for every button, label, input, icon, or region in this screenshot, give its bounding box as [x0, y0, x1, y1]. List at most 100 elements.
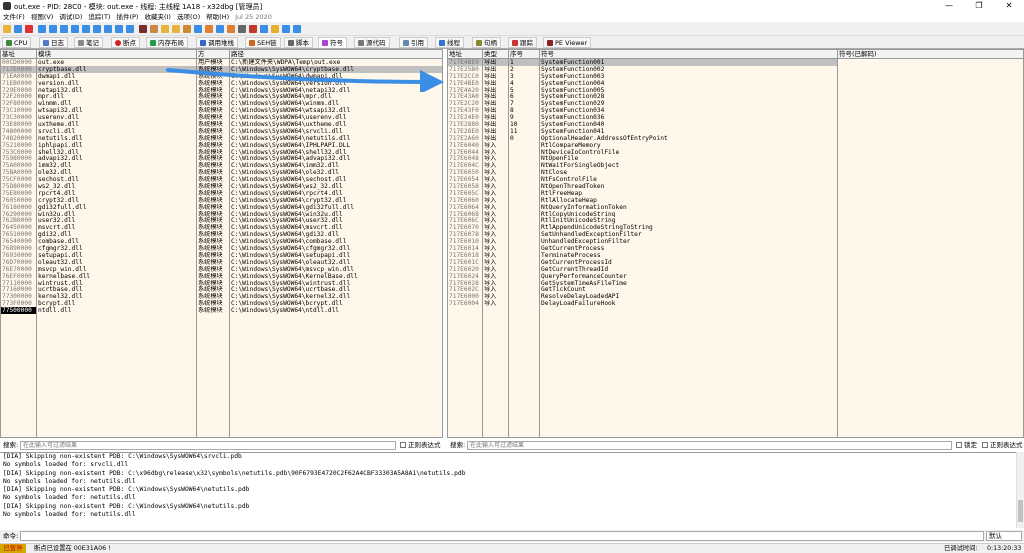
- step-into-icon[interactable]: [60, 25, 68, 33]
- symbol-name-cell[interactable]: RtlAllocateHeap: [540, 197, 837, 204]
- module-party-cell[interactable]: 系统模块: [197, 93, 229, 101]
- module-base-cell[interactable]: 76510000: [1, 231, 36, 238]
- module-path-cell[interactable]: C:\Windows\SysWOW64\mpr.dll: [230, 93, 442, 101]
- trace-over-icon[interactable]: [93, 25, 101, 33]
- module-path-cell[interactable]: C:\Windows\SysWOW64\ntdll.dll: [230, 307, 442, 314]
- module-party-cell[interactable]: 系统模块: [197, 266, 229, 273]
- symbol-name-cell[interactable]: SystemFunction036: [540, 114, 837, 121]
- module-name-cell[interactable]: rpcrt4.dll: [37, 190, 196, 197]
- symbol-address-cell[interactable]: 717E6040: [448, 142, 482, 149]
- comment-icon[interactable]: [161, 25, 169, 33]
- tab-memory-map[interactable]: 内存布局: [146, 37, 188, 48]
- symbol-ordinal-cell[interactable]: 8: [509, 107, 539, 114]
- symbol-name-cell[interactable]: RtlFreeHeap: [540, 190, 837, 197]
- highlight-icon[interactable]: [227, 25, 235, 33]
- module-regex-checkbox[interactable]: [400, 442, 406, 448]
- module-path-cell[interactable]: C:\Windows\SysWOW64\srvcli.dll: [230, 128, 442, 135]
- symbol-name-cell[interactable]: SystemFunction028: [540, 93, 837, 101]
- module-name-cell[interactable]: cfgmgr32.dll: [37, 245, 196, 252]
- symbol-type-cell[interactable]: 导入: [483, 224, 508, 231]
- module-party-cell[interactable]: 系统模块: [197, 307, 229, 314]
- symbol-name-cell[interactable]: RtlCopyUnicodeString: [540, 211, 837, 218]
- calls-icon[interactable]: [216, 25, 224, 33]
- symbol-address-cell[interactable]: 717E6028: [448, 280, 482, 287]
- module-name-cell[interactable]: crypt32.dll: [37, 197, 196, 204]
- module-path-cell[interactable]: C:\Windows\SysWOW64\crypt32.dll: [230, 197, 442, 204]
- symbol-name-cell[interactable]: NtDeviceIoControlFile: [540, 149, 837, 156]
- module-base-cell[interactable]: 773F0000: [1, 300, 36, 307]
- symbol-type-cell[interactable]: 导入: [483, 169, 508, 176]
- module-party-cell[interactable]: 系统模块: [197, 149, 229, 156]
- module-path-cell[interactable]: C:\Windows\SysWOW64\wtsapi32.dll: [230, 107, 442, 114]
- label-icon[interactable]: [172, 25, 180, 33]
- symbol-type-cell[interactable]: 导入: [483, 211, 508, 218]
- symbol-address-cell[interactable]: 717E43F0: [448, 107, 482, 114]
- command-mode-select[interactable]: 默认: [986, 531, 1022, 541]
- module-base-cell[interactable]: 75E80000: [1, 190, 36, 197]
- symbol-ordinal-cell[interactable]: 1: [509, 59, 539, 66]
- module-path-cell[interactable]: C:\Windows\SysWOW64\ucrtbase.dll: [230, 286, 442, 293]
- module-path-cell[interactable]: C:\Windows\SysWOW64\wintrust.dll: [230, 280, 442, 287]
- module-party-cell[interactable]: 系统模块: [197, 259, 229, 266]
- symbol-name-cell[interactable]: SystemFunction001: [540, 59, 837, 66]
- module-path-cell[interactable]: C:\Windows\SysWOW64\msvcrt.dll: [230, 224, 442, 231]
- module-name-cell[interactable]: mpr.dll: [37, 93, 196, 101]
- module-party-cell[interactable]: 系统模块: [197, 238, 229, 245]
- symbol-name-cell[interactable]: RtlAppendUnicodeStringToString: [540, 224, 837, 231]
- symbol-ordinal-cell[interactable]: [509, 190, 539, 197]
- symbol-address-cell[interactable]: 717E6014: [448, 245, 482, 252]
- symbol-address-cell[interactable]: 717E28E0: [448, 128, 482, 135]
- column-header-address[interactable]: 地址: [448, 50, 483, 59]
- symbol-name-cell[interactable]: NtQueryInformationToken: [540, 204, 837, 211]
- symbol-type-cell[interactable]: 导出: [483, 114, 508, 121]
- symbol-name-cell[interactable]: GetCurrentProcessId: [540, 259, 837, 266]
- pause-icon[interactable]: [49, 25, 57, 33]
- symbol-ordinal-cell[interactable]: 7: [509, 100, 539, 107]
- symbol-type-cell[interactable]: 导出: [483, 73, 508, 80]
- step-over-icon[interactable]: [71, 25, 79, 33]
- pattern-icon[interactable]: [238, 25, 246, 33]
- module-party-cell[interactable]: 系统模块: [197, 107, 229, 114]
- module-base-cell[interactable]: 77110000: [1, 280, 36, 287]
- symbol-type-cell[interactable]: 导入: [483, 149, 508, 156]
- module-base-cell[interactable]: 77300000: [1, 293, 36, 300]
- symbol-ordinal-cell[interactable]: [509, 293, 539, 300]
- symbol-address-cell[interactable]: 717E4A20: [448, 87, 482, 94]
- symbol-type-cell[interactable]: 导出: [483, 135, 508, 142]
- symbol-address-cell[interactable]: 717E2A60: [448, 135, 482, 142]
- module-name-cell[interactable]: wtsapi32.dll: [37, 107, 196, 114]
- module-base-cell[interactable]: 717E0000: [1, 65, 36, 73]
- symbol-address-cell[interactable]: 717E6044: [448, 149, 482, 156]
- symbol-ordinal-cell[interactable]: [509, 211, 539, 218]
- module-party-cell[interactable]: 系统模块: [197, 142, 229, 149]
- module-base-cell[interactable]: 75210000: [1, 142, 36, 149]
- symbol-ordinal-cell[interactable]: 4: [509, 80, 539, 87]
- symbol-name-cell[interactable]: NtClose: [540, 169, 837, 176]
- symbol-ordinal-cell[interactable]: [509, 266, 539, 273]
- symbol-name-cell[interactable]: ResolveDelayLoadedAPI: [540, 293, 837, 300]
- symbol-address-cell[interactable]: 717E43A0: [448, 93, 482, 101]
- module-path-cell[interactable]: C:\Windows\SysWOW64\rpcrt4.dll: [230, 190, 442, 197]
- module-base-cell[interactable]: 729E0000: [1, 87, 36, 94]
- module-path-cell[interactable]: C:\Windows\SysWOW64\shell32.dll: [230, 149, 442, 156]
- symbol-address-cell[interactable]: 717E6018: [448, 252, 482, 259]
- module-path-cell[interactable]: C:\Windows\SysWOW64\netutils.dll: [230, 135, 442, 142]
- module-name-cell[interactable]: sechost.dll: [37, 176, 196, 183]
- symbol-ordinal-cell[interactable]: [509, 286, 539, 293]
- tab-notes[interactable]: 笔记: [74, 37, 103, 48]
- module-base-cell[interactable]: 75BA0000: [1, 169, 36, 176]
- symbol-name-cell[interactable]: SystemFunction041: [540, 128, 837, 135]
- tab-symbols[interactable]: 符号: [318, 37, 347, 48]
- module-search-input[interactable]: [20, 441, 396, 450]
- scylla-icon[interactable]: [249, 25, 257, 33]
- symbol-type-cell[interactable]: 导入: [483, 300, 508, 307]
- menu-view[interactable]: 视图(V): [31, 12, 54, 22]
- module-path-cell[interactable]: C:\Windows\SysWOW64\combase.dll: [230, 238, 442, 245]
- symbol-address-cell[interactable]: 717E2C20: [448, 100, 482, 107]
- symbol-name-cell[interactable]: GetCurrentProcess: [540, 245, 837, 252]
- symbol-search-input[interactable]: [467, 441, 952, 450]
- module-path-cell[interactable]: C:\Windows\SysWOW64\user32.dll: [230, 217, 442, 225]
- module-name-cell[interactable]: gdi32.dll: [37, 231, 196, 238]
- module-path-cell[interactable]: C:\Windows\SysWOW64\winmm.dll: [230, 100, 442, 107]
- log-output[interactable]: [DIA] Skipping non-existent PDB: C:\Wind…: [0, 452, 1016, 528]
